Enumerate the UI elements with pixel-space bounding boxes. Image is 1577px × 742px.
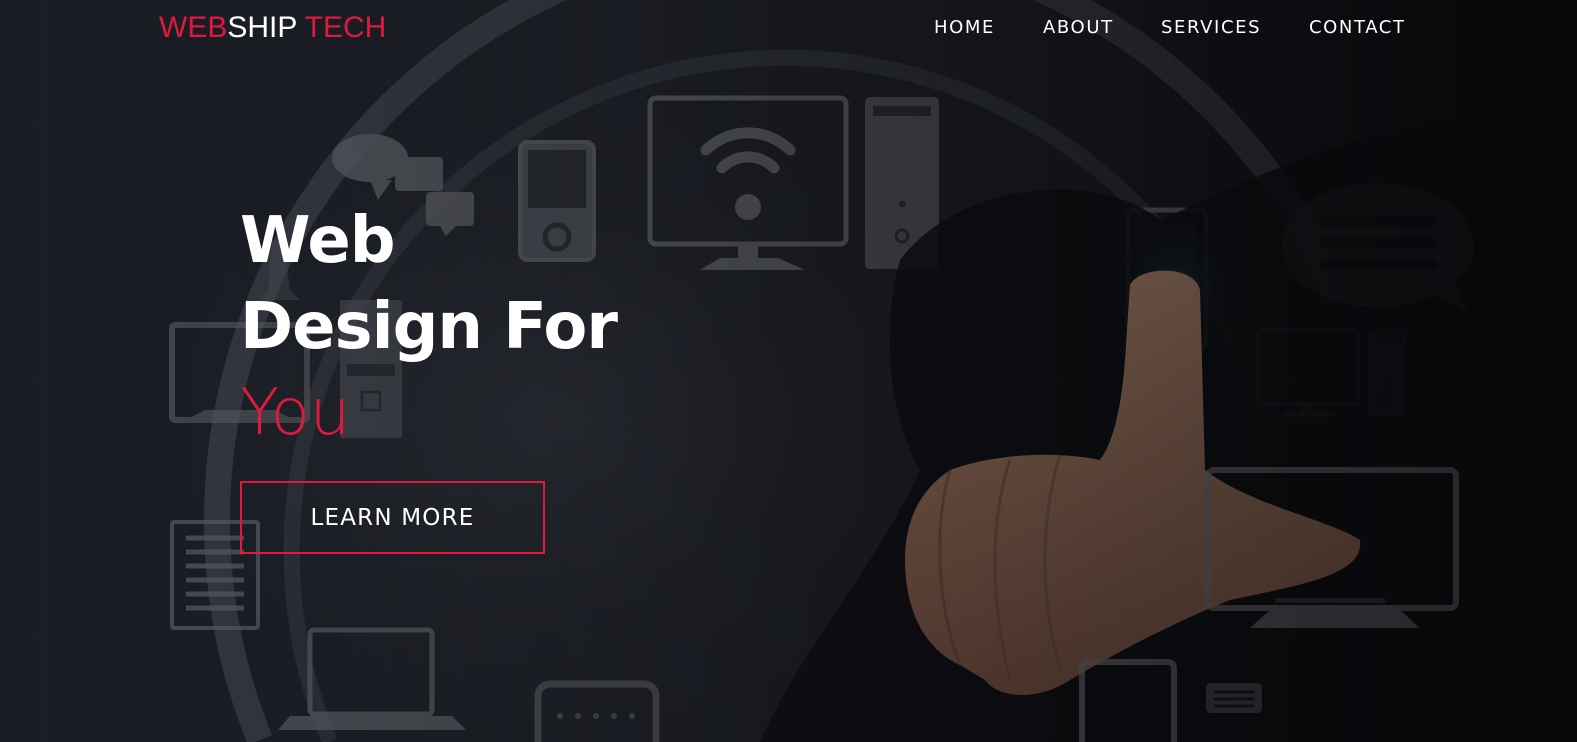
brand-part-web: WEB [159, 11, 228, 44]
headline-line-3: You [240, 376, 351, 450]
brand-part-tech: TECH [304, 11, 387, 44]
hero-headline: Web Design For You [240, 198, 618, 456]
learn-more-button[interactable]: LEARN MORE [240, 481, 545, 554]
nav-home[interactable]: HOME [934, 15, 995, 41]
brand-part-ship: SHIP [227, 11, 297, 44]
nav-contact[interactable]: CONTACT [1309, 15, 1406, 41]
headline-line-2: Design For [240, 290, 618, 364]
headline-line-1: Web [240, 204, 396, 278]
hero-background-illustration [0, 0, 1577, 742]
nav-services[interactable]: SERVICES [1161, 15, 1261, 41]
brand-logo[interactable]: WEBSHIP TECH [159, 11, 386, 45]
hero-section: WEBSHIP TECH HOME ABOUT SERVICES CONTACT… [0, 0, 1577, 742]
nav-about[interactable]: ABOUT [1043, 15, 1114, 41]
